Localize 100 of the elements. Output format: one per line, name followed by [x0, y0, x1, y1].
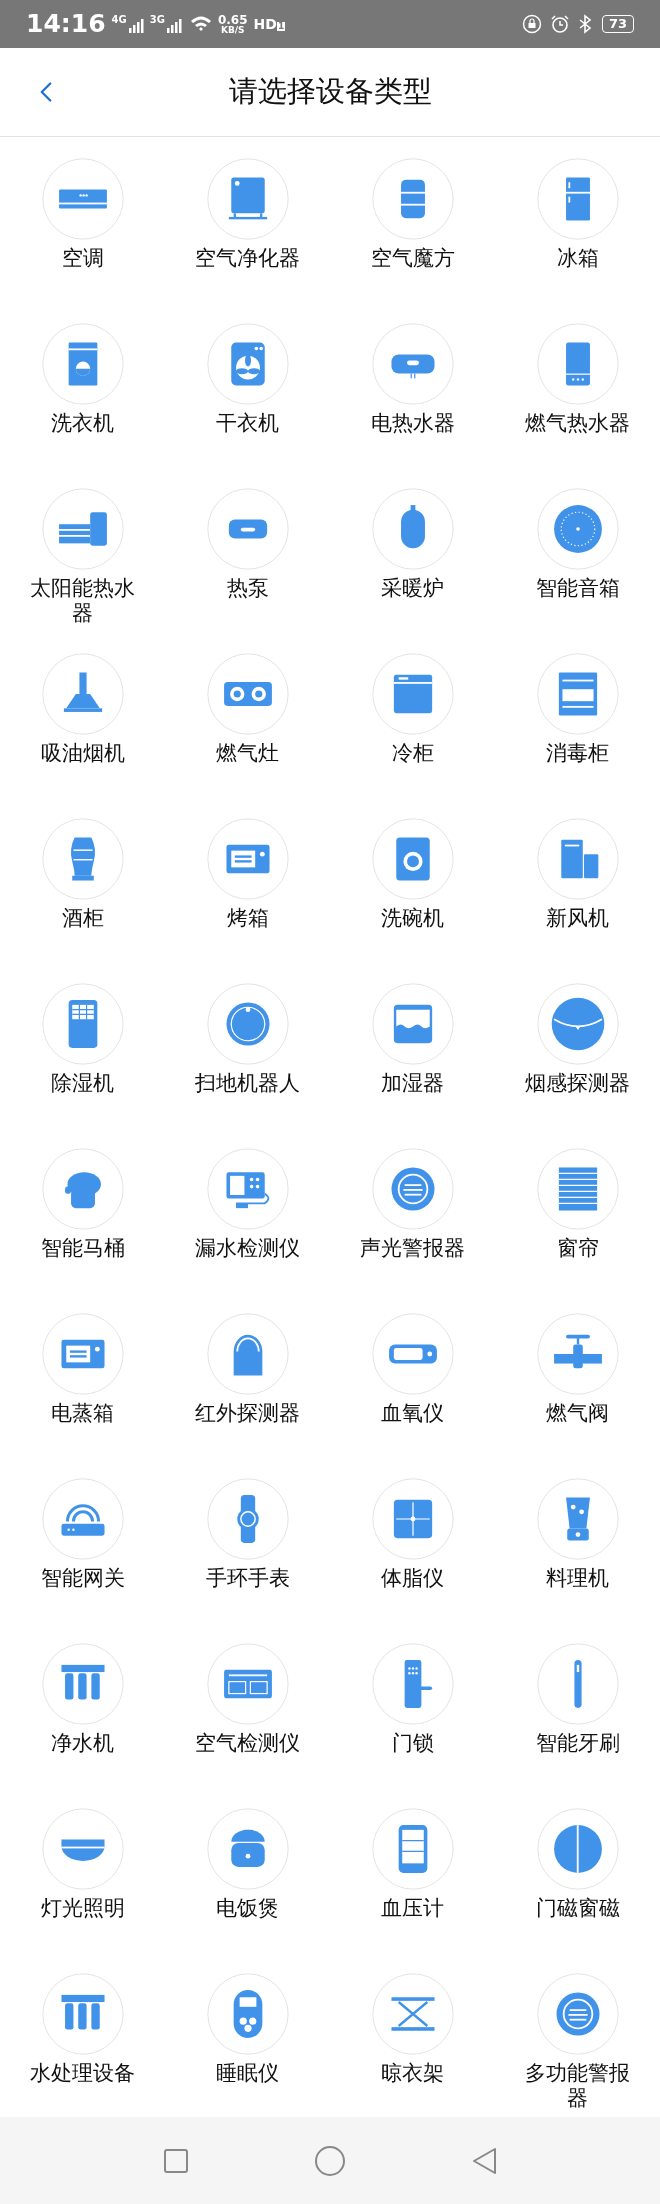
device-type-option[interactable]: 智能牙刷: [495, 1622, 660, 1787]
device-type-option[interactable]: 烤箱: [165, 797, 330, 962]
alarm-clock-icon: [549, 14, 570, 34]
device-type-option[interactable]: 洗碗机: [330, 797, 495, 962]
robot-vacuum-icon: [206, 983, 289, 1065]
device-type-option[interactable]: 体脂仪: [330, 1457, 495, 1622]
page-title: 请选择设备类型: [228, 73, 432, 111]
water-filter-icon: [41, 1643, 124, 1725]
device-type-option[interactable]: 干衣机: [165, 302, 330, 467]
device-type-option[interactable]: 电蒸箱: [0, 1292, 165, 1457]
cabinet-icon: [536, 653, 619, 735]
blender-icon: [536, 1478, 619, 1560]
device-type-option[interactable]: 门锁: [330, 1622, 495, 1787]
range-hood-icon: [41, 653, 124, 735]
rotation-lock-icon: [521, 14, 542, 34]
ceiling-lamp-icon: [41, 1808, 124, 1890]
monitor-icon: [206, 1643, 289, 1725]
device-type-option[interactable]: 空气魔方: [330, 137, 495, 302]
device-type-option[interactable]: 加湿器: [330, 962, 495, 1127]
device-type-option[interactable]: 灯光照明: [0, 1787, 165, 1952]
scale-icon: [371, 1478, 454, 1560]
device-type-option[interactable]: 门磁窗磁: [495, 1787, 660, 1952]
device-type-option[interactable]: 智能音箱: [495, 467, 660, 632]
device-type-option[interactable]: 烟感探测器: [495, 962, 660, 1127]
recents-icon[interactable]: [162, 2147, 189, 2174]
ventilator-icon: [536, 818, 619, 900]
cylinder-icon: [371, 158, 454, 240]
hd-sim-number: 1: [276, 22, 286, 31]
watch-icon: [206, 1478, 289, 1560]
device-type-option[interactable]: 声光警报器: [330, 1127, 495, 1292]
device-type-option[interactable]: 智能马桶: [0, 1127, 165, 1292]
dryer-icon: [206, 323, 289, 405]
device-type-option[interactable]: 采暖炉: [330, 467, 495, 632]
door-lock-icon: [371, 1643, 454, 1725]
device-type-option[interactable]: 冷柜: [330, 632, 495, 797]
valve-icon: [536, 1313, 619, 1395]
device-type-option[interactable]: 料理机: [495, 1457, 660, 1622]
device-type-option[interactable]: 多功能警报器: [495, 1952, 660, 2117]
device-type-option[interactable]: 洗衣机: [0, 302, 165, 467]
home-icon[interactable]: [314, 2144, 346, 2177]
device-type-option[interactable]: 血压计: [330, 1787, 495, 1952]
device-type-option[interactable]: 净水机: [0, 1622, 165, 1787]
boiler-icon: [371, 488, 454, 570]
device-type-option[interactable]: 热泵: [165, 467, 330, 632]
hd-indicator: HD: [253, 17, 277, 31]
back-icon[interactable]: [471, 2146, 498, 2175]
dishwasher-icon: [371, 818, 454, 900]
device-type-option[interactable]: 扫地机器人: [165, 962, 330, 1127]
network-speed: 0.65: [217, 13, 248, 26]
device-type-option[interactable]: 睡眠仪: [165, 1952, 330, 2117]
device-type-option[interactable]: 窗帘: [495, 1127, 660, 1292]
router-icon: [41, 1478, 124, 1560]
device-type-option[interactable]: 手环手表: [165, 1457, 330, 1622]
device-type-option[interactable]: 酒柜: [0, 797, 165, 962]
vase-icon: [41, 818, 124, 900]
heat-pump-icon: [206, 488, 289, 570]
device-type-option[interactable]: 晾衣架: [330, 1952, 495, 2117]
device-type-option[interactable]: 太阳能热水器: [0, 467, 165, 632]
keypad-icon: [206, 1148, 289, 1230]
rice-cooker-icon: [206, 1808, 289, 1890]
device-type-option[interactable]: 空气净化器: [165, 137, 330, 302]
device-type-option[interactable]: 水处理设备: [0, 1952, 165, 2117]
device-type-option[interactable]: 红外探测器: [165, 1292, 330, 1457]
stove-icon: [206, 653, 289, 735]
clock: 14:16: [26, 8, 106, 41]
washing-machine-icon: [41, 323, 124, 405]
device-type-option[interactable]: 电饭煲: [165, 1787, 330, 1952]
water-heater-icon: [371, 323, 454, 405]
alarm-icon: [536, 1973, 619, 2055]
oven-icon: [206, 818, 289, 900]
device-type-option[interactable]: 吸油烟机: [0, 632, 165, 797]
network-type: 3G: [149, 15, 165, 25]
alarm-icon: [371, 1148, 454, 1230]
steam-oven-icon: [41, 1313, 124, 1395]
device-type-option[interactable]: 漏水检测仪: [165, 1127, 330, 1292]
device-type-option[interactable]: 燃气灶: [165, 632, 330, 797]
device-type-option[interactable]: 电热水器: [330, 302, 495, 467]
device-type-option[interactable]: 冰箱: [495, 137, 660, 302]
humidifier-icon: [371, 983, 454, 1065]
toothbrush-icon: [536, 1643, 619, 1725]
device-type-option[interactable]: 新风机: [495, 797, 660, 962]
wifi-icon: [189, 15, 212, 33]
blood-pressure-monitor-icon: [371, 1808, 454, 1890]
blinds-icon: [536, 1148, 619, 1230]
air-conditioner-icon: [41, 158, 124, 240]
dehumidifier-icon: [41, 983, 124, 1065]
speed-unit: KB/S: [220, 25, 245, 35]
fridge-icon: [536, 158, 619, 240]
sleep-monitor-icon: [206, 1973, 289, 2055]
device-type-option[interactable]: 空调: [0, 137, 165, 302]
device-type-option[interactable]: 血氧仪: [330, 1292, 495, 1457]
water-treatment-icon: [41, 1973, 124, 2055]
device-type-option[interactable]: 燃气阀: [495, 1292, 660, 1457]
device-type-option[interactable]: 消毒柜: [495, 632, 660, 797]
device-type-option[interactable]: 空气检测仪: [165, 1622, 330, 1787]
device-type-option[interactable]: 燃气热水器: [495, 302, 660, 467]
oximeter-icon: [371, 1313, 454, 1395]
device-type-option[interactable]: 智能网关: [0, 1457, 165, 1622]
drying-rack-icon: [371, 1973, 454, 2055]
device-type-option[interactable]: 除湿机: [0, 962, 165, 1127]
